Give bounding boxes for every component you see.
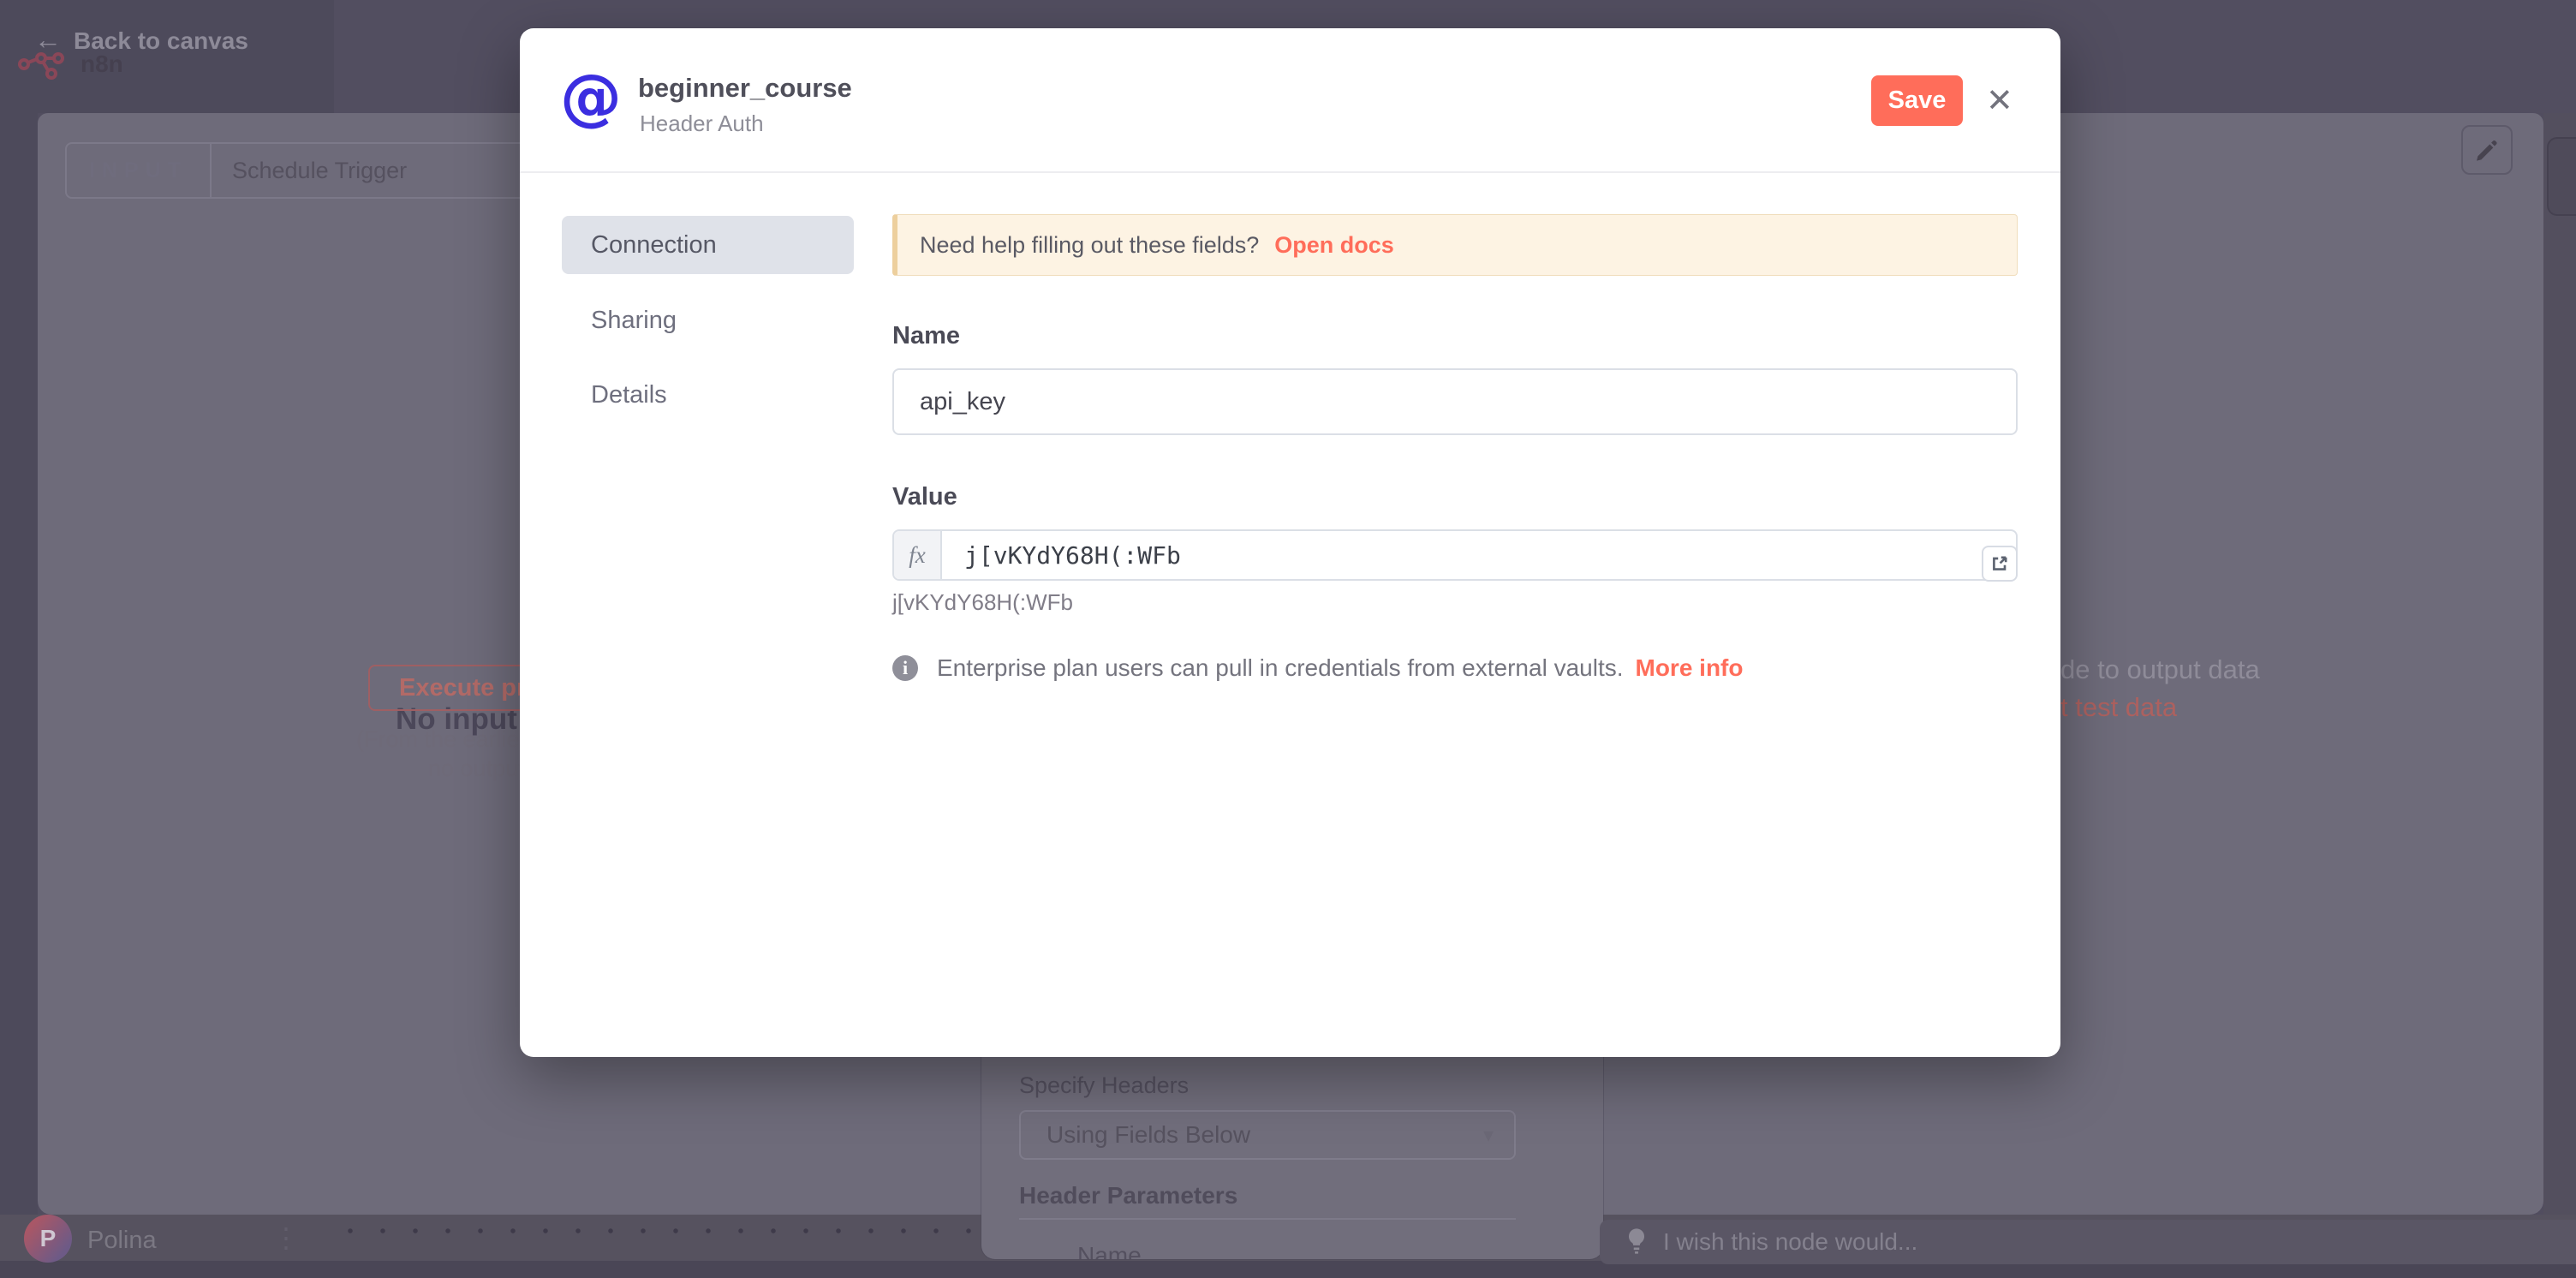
specify-headers-label: Specify Headers [1019,1072,1189,1099]
value-field-label: Value [892,483,957,511]
set-test-data-link[interactable]: t test data [2060,692,2177,723]
specify-headers-select-value: Using Fields Below [1046,1121,1250,1149]
value-evaluated-preview: j[vKYdY68H(:WFb [892,589,1073,616]
header-parameters-divider [1019,1218,1516,1220]
credential-title: beginner_course [638,73,852,104]
canvas-left-strip [0,113,38,1215]
name-field-label: Name [892,322,960,350]
credential-modal: @ beginner_course Header Auth Save ✕ Con… [520,28,2060,1057]
name-input[interactable] [892,368,2018,435]
output-hint-line1: de to output data [2060,654,2260,685]
docs-help-banner: Need help filling out these fields? Open… [892,214,2018,276]
parameter-name-label: Name [1077,1242,1142,1259]
credential-at-icon: @ [557,63,625,131]
credential-type-subtitle: Header Auth [640,110,764,137]
node-feedback-input[interactable]: I wish this node would... [1600,1220,2576,1264]
user-menu-kebab-icon[interactable]: ⋮ [272,1221,300,1254]
user-avatar[interactable]: P [24,1215,72,1263]
expression-fx-toggle[interactable]: fx [894,531,942,579]
edit-output-button[interactable] [2461,125,2513,175]
vault-info-text: Enterprise plan users can pull in creden… [937,654,1624,682]
node-feedback-placeholder: I wish this node would... [1663,1228,1917,1256]
n8n-logo-icon [17,48,72,81]
specify-headers-select[interactable]: Using Fields Below ▾ [1019,1110,1516,1160]
tab-connection[interactable]: Connection [562,216,854,274]
open-docs-link[interactable]: Open docs [1274,232,1394,259]
input-node-name[interactable]: Schedule Trigger [212,158,407,184]
expand-expression-button[interactable] [1982,546,2018,582]
workflow-node-partial [2547,137,2576,216]
chevron-down-icon: ▾ [1483,1123,1494,1148]
n8n-logo: n8n [17,48,123,81]
value-input-group: fx [892,529,2018,581]
user-name: Polina [87,1227,157,1255]
input-node-selector: INPUT Schedule Trigger [65,142,532,199]
header-parameters-label: Header Parameters [1019,1182,1237,1209]
vault-info-note: i Enterprise plan users can pull in cred… [892,654,1744,682]
canvas-right-strip [2543,113,2576,1215]
info-icon: i [892,655,918,681]
credential-form: Need help filling out these fields? Open… [892,28,2018,1057]
input-pane-label: INPUT [67,158,210,183]
docs-help-text: Need help filling out these fields? [920,232,1259,259]
n8n-logo-text: n8n [80,51,123,78]
lightbulb-icon [1625,1227,1648,1257]
tab-details[interactable]: Details [562,366,854,424]
input-hint-line1: (From the earlies [356,726,531,753]
expand-expression-icon [1989,553,2010,574]
tab-sharing[interactable]: Sharing [562,291,854,349]
value-input[interactable] [942,531,2016,579]
more-info-link[interactable]: More info [1636,654,1744,682]
pencil-icon [2473,136,2501,164]
